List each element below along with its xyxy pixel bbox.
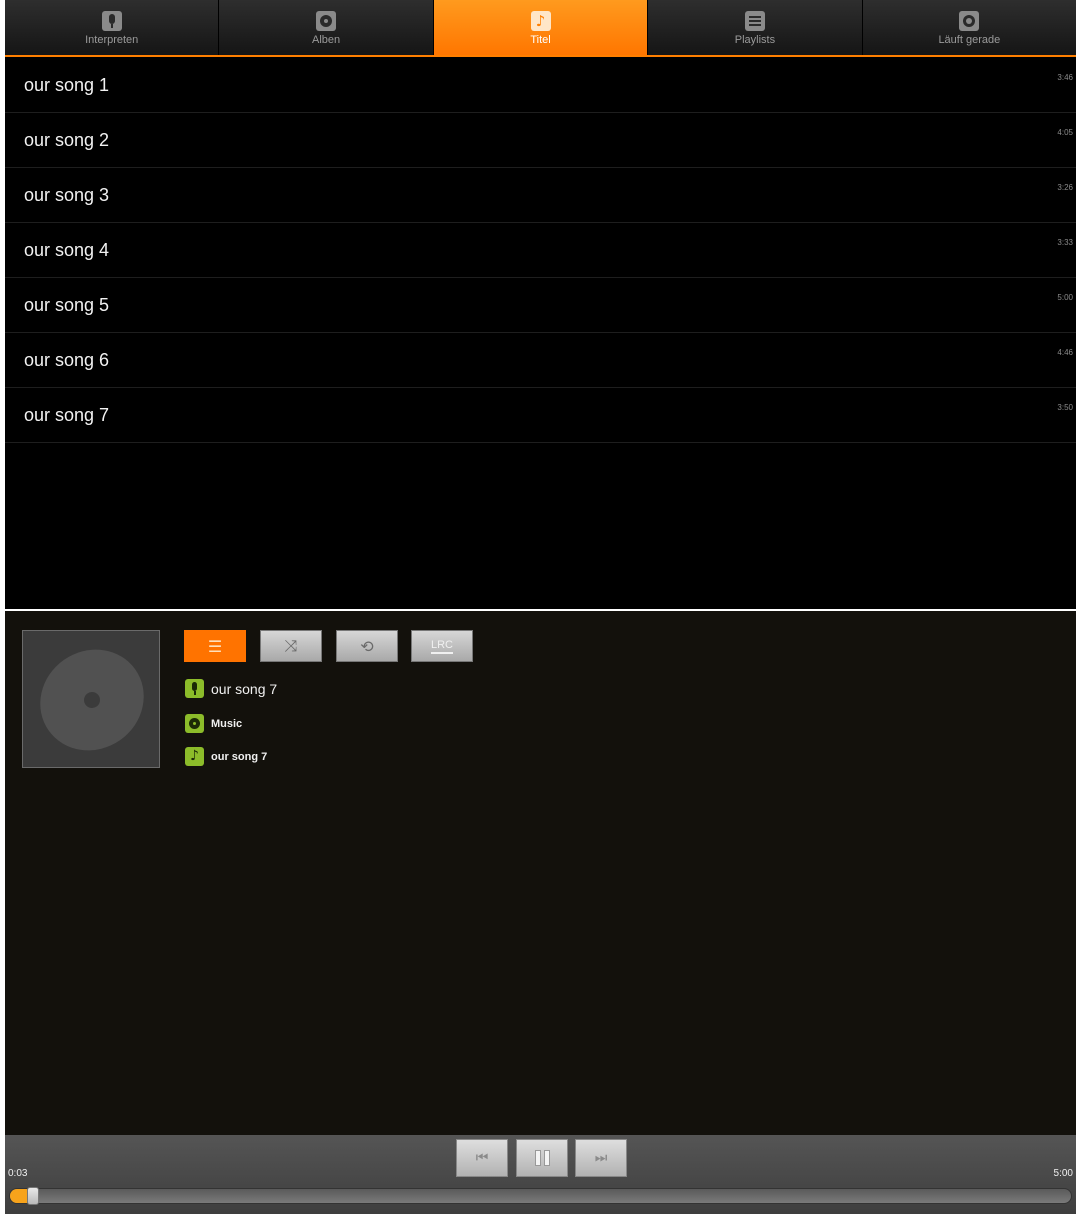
- repeat-icon: ⟲: [360, 636, 374, 656]
- album-art: [20, 629, 164, 771]
- tab-label: Alben: [312, 34, 341, 46]
- music-player-app: Interpreten Alben ♪ Titel Playlists Läuf…: [5, 0, 1076, 1214]
- music-note-icon: ♪: [185, 747, 204, 766]
- total-time: 5:00: [1053, 1168, 1073, 1179]
- song-row[interactable]: our song 6 4:46: [5, 333, 1076, 388]
- song-title: our song 4: [24, 240, 110, 260]
- song-duration: 4:05: [1057, 128, 1073, 137]
- song-list: our song 1 3:46 our song 2 4:05 our song…: [5, 58, 1076, 608]
- tab-label: Interpreten: [85, 34, 139, 46]
- song-duration: 3:26: [1057, 183, 1073, 192]
- tab-playlists[interactable]: Playlists: [648, 0, 863, 55]
- song-row[interactable]: our song 2 4:05: [5, 113, 1076, 168]
- tab-label: Titel: [530, 34, 551, 46]
- transport-bar: ⏮ ⏭ 0:03 5:00: [5, 1135, 1076, 1214]
- artist-row: our song 7: [185, 679, 277, 698]
- album-disc-icon: [316, 11, 337, 31]
- artist-name: our song 7: [211, 680, 278, 697]
- next-button[interactable]: ⏭: [575, 1139, 627, 1177]
- pause-button[interactable]: [516, 1139, 568, 1177]
- previous-icon: ⏮: [475, 1150, 489, 1166]
- song-row[interactable]: our song 7 3:50: [5, 388, 1076, 443]
- song-row[interactable]: our song 1 3:46: [5, 58, 1076, 113]
- lrc-label: LRC: [430, 639, 453, 654]
- song-row[interactable]: our song 5 5:00: [5, 278, 1076, 333]
- track-title: our song 7: [211, 750, 268, 763]
- playlist-icon: [744, 11, 765, 31]
- song-duration: 4:46: [1057, 348, 1073, 357]
- tab-interpreten[interactable]: Interpreten: [5, 0, 220, 55]
- album-disc-icon: [185, 714, 204, 733]
- song-duration: 3:46: [1057, 73, 1073, 82]
- seek-slider[interactable]: [9, 1187, 1072, 1205]
- seek-thumb[interactable]: [27, 1187, 39, 1205]
- song-title: our song 6: [24, 350, 110, 370]
- song-title: our song 5: [24, 295, 110, 315]
- next-icon: ⏭: [594, 1150, 608, 1166]
- song-row[interactable]: our song 4 3:33: [5, 223, 1076, 278]
- repeat-button[interactable]: ⟲: [336, 630, 398, 662]
- song-duration: 3:50: [1057, 403, 1073, 412]
- tab-bar: Interpreten Alben ♪ Titel Playlists Läuf…: [5, 0, 1076, 57]
- shuffle-icon: ⤨: [284, 636, 298, 655]
- song-title: our song 2: [24, 130, 110, 150]
- microphone-icon: [101, 11, 122, 31]
- song-row[interactable]: our song 3 3:26: [5, 168, 1076, 223]
- now-playing-panel: ☰ ⤨ ⟲ LRC our song 7 Music ♪ our song 7: [5, 609, 1076, 1135]
- title-row: ♪ our song 7: [185, 747, 267, 766]
- tab-label: Läuft gerade: [938, 34, 1001, 46]
- music-note-icon: ♪: [530, 11, 551, 31]
- song-title: our song 7: [24, 405, 110, 425]
- microphone-icon: [185, 679, 204, 698]
- lyrics-button[interactable]: LRC: [411, 630, 473, 662]
- album-name: Music: [211, 717, 243, 730]
- queue-list-icon: ☰: [207, 636, 223, 656]
- song-title: our song 1: [24, 75, 110, 95]
- album-row: Music: [185, 714, 242, 733]
- song-title: our song 3: [24, 185, 110, 205]
- elapsed-time: 0:03: [8, 1168, 28, 1179]
- tab-laeuft-gerade[interactable]: Läuft gerade: [862, 0, 1076, 55]
- tab-alben[interactable]: Alben: [219, 0, 434, 55]
- song-duration: 5:00: [1057, 293, 1073, 302]
- tab-label: Playlists: [734, 34, 776, 46]
- seek-fill: [10, 1189, 27, 1203]
- song-duration: 3:33: [1057, 238, 1073, 247]
- pause-icon: [534, 1150, 550, 1166]
- previous-button[interactable]: ⏮: [456, 1139, 508, 1177]
- shuffle-button[interactable]: ⤨: [260, 630, 322, 662]
- queue-button[interactable]: ☰: [184, 630, 246, 662]
- tab-titel[interactable]: ♪ Titel: [433, 0, 649, 55]
- disc-icon: [20, 629, 164, 771]
- now-playing-icon: [959, 11, 980, 31]
